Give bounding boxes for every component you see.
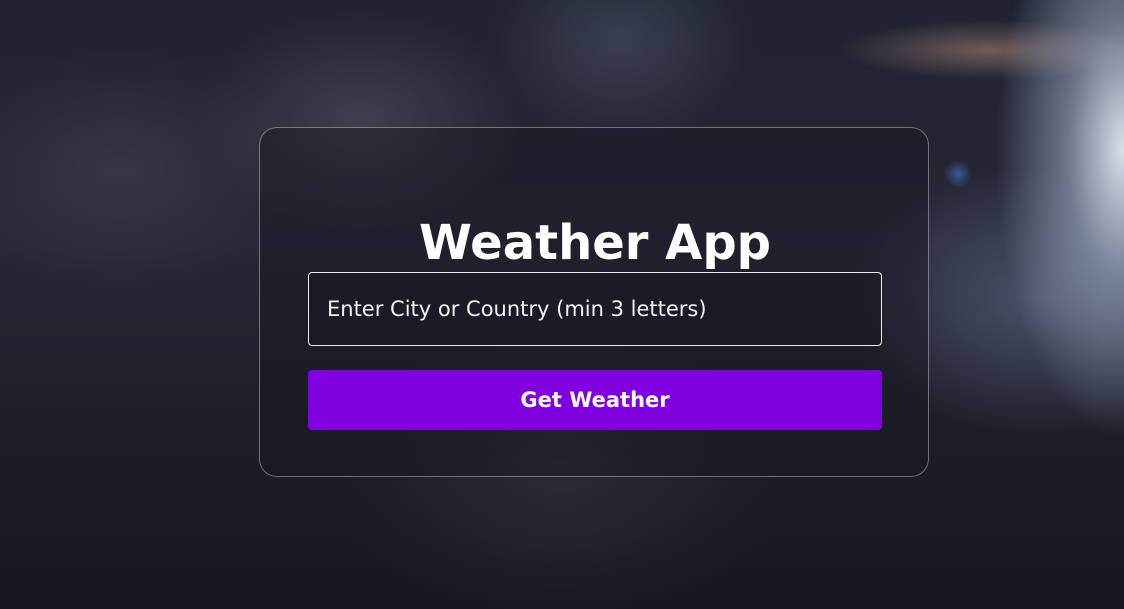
location-search-input[interactable] bbox=[308, 272, 882, 346]
app-title: Weather App bbox=[418, 215, 772, 272]
lens-flare bbox=[944, 160, 972, 188]
get-weather-button[interactable]: Get Weather bbox=[308, 370, 882, 430]
weather-search-card: Weather App Get Weather bbox=[259, 127, 929, 477]
